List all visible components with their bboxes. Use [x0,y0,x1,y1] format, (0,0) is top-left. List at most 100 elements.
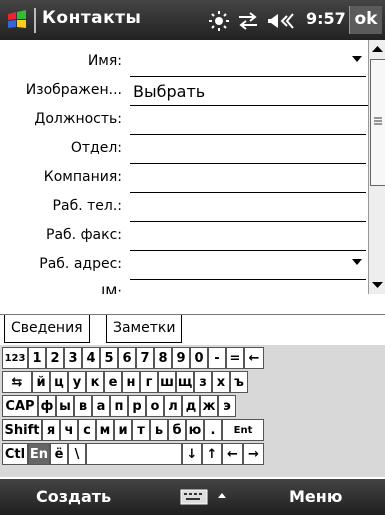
name-input[interactable] [130,48,366,77]
key-э[interactable]: э [218,395,236,417]
tab-bar: Сведения Заметки [0,314,385,343]
key-ж[interactable]: ж [200,395,218,417]
softkey-bar: Создать Меню [0,479,385,515]
key-у[interactable]: у [68,371,86,393]
key-enter[interactable]: Ent [222,419,264,441]
field-label: Раб. тел.: [52,198,122,214]
keyboard-icon[interactable] [180,487,232,507]
key-6[interactable]: 6 [118,347,136,369]
work-address-input[interactable] [130,251,366,280]
key-minus[interactable]: - [208,347,226,369]
key-ъ[interactable]: ъ [230,371,248,393]
key-arrow-down[interactable]: ↓ [182,443,202,465]
tab-notes[interactable]: Заметки [106,315,183,343]
key-5[interactable]: 5 [100,347,118,369]
field-name: Имя: [0,48,368,77]
key-equals[interactable]: = [226,347,244,369]
key-й[interactable]: й [32,371,50,393]
key-2[interactable]: 2 [46,347,64,369]
key-г[interactable]: г [140,371,158,393]
key-о[interactable]: о [146,395,164,417]
field-label: Отдел: [70,140,122,156]
key-language[interactable]: En [28,443,50,465]
key-space[interactable] [86,443,182,465]
scroll-down-icon[interactable] [369,277,385,294]
key-ь[interactable]: ь [150,419,168,441]
key-л[interactable]: л [164,395,182,417]
key-е[interactable]: е [104,371,122,393]
key-ю[interactable]: ю [186,419,204,441]
field-im: IM: [0,280,368,294]
work-fax-input[interactable] [130,222,366,251]
key-р[interactable]: р [128,395,146,417]
windows-logo-icon[interactable] [6,9,28,31]
department-input[interactable] [130,135,366,164]
title-separator [34,8,36,33]
field-label: Изображен... [25,82,122,98]
key-123[interactable]: 123 [2,347,28,369]
key-н[interactable]: н [122,371,140,393]
scroll-thumb[interactable] [370,59,385,186]
work-phone-input[interactable] [130,193,366,222]
key-period[interactable]: . [204,419,222,441]
key-0[interactable]: 0 [190,347,208,369]
key-б[interactable]: б [168,419,186,441]
key-ф[interactable]: ф [38,395,56,417]
menu-softkey[interactable]: Меню [289,487,342,506]
tab-details[interactable]: Сведения [4,315,90,343]
field-work-phone: Раб. тел.: [0,193,368,222]
key-1[interactable]: 1 [28,347,46,369]
key-shift[interactable]: Shift [2,419,42,441]
key-7[interactable]: 7 [136,347,154,369]
key-ш[interactable]: ш [158,371,176,393]
field-label: Компания: [43,169,122,185]
key-backslash[interactable]: \ [68,443,86,465]
key-ц[interactable]: ц [50,371,68,393]
key-8[interactable]: 8 [154,347,172,369]
key-и[interactable]: и [114,419,132,441]
picture-select[interactable]: Выбрать [130,77,369,106]
vertical-scrollbar[interactable] [368,40,385,294]
key-3[interactable]: 3 [64,347,82,369]
key-arrow-up[interactable]: ↑ [202,443,222,465]
key-backspace[interactable]: ← [244,347,264,369]
clock[interactable]: 9:57 [306,9,346,28]
create-softkey[interactable]: Создать [36,487,111,506]
company-input[interactable] [130,164,366,193]
key-4[interactable]: 4 [82,347,100,369]
key-м[interactable]: м [96,419,114,441]
key-я[interactable]: я [42,419,60,441]
page-title: Контакты [42,8,142,28]
key-arrow-left[interactable]: ← [222,443,243,465]
im-input[interactable] [130,280,366,294]
key-а[interactable]: а [92,395,110,417]
chevron-down-icon[interactable] [352,56,362,62]
job-title-input[interactable] [130,106,366,135]
field-picture: Изображен... Выбрать [0,77,369,106]
key-п[interactable]: п [110,395,128,417]
key-т[interactable]: т [132,419,150,441]
chevron-down-icon[interactable] [352,259,362,265]
key-х[interactable]: х [212,371,230,393]
key-в[interactable]: в [74,395,92,417]
key-caps[interactable]: CAP [2,395,38,417]
key-с[interactable]: с [78,419,96,441]
sync-status-icon[interactable] [208,10,230,32]
key-д[interactable]: д [182,395,200,417]
key-ч[interactable]: ч [60,419,78,441]
key-щ[interactable]: щ [176,371,194,393]
key-ы[interactable]: ы [56,395,74,417]
scroll-up-icon[interactable] [369,40,385,57]
ok-button[interactable]: ok [349,6,382,34]
key-tab[interactable]: ⇆ [2,371,32,393]
key-к[interactable]: к [86,371,104,393]
volume-icon[interactable] [265,10,301,32]
key-arrow-right[interactable]: → [243,443,264,465]
key-9[interactable]: 9 [172,347,190,369]
key-з[interactable]: з [194,371,212,393]
connectivity-icon[interactable] [236,10,260,32]
contact-form: Имя: Изображен... Выбрать Должность: Отд… [0,40,369,294]
field-label: Имя: [87,53,122,69]
key-ctrl[interactable]: Ctl [2,443,28,465]
key-ё[interactable]: ё [50,443,68,465]
